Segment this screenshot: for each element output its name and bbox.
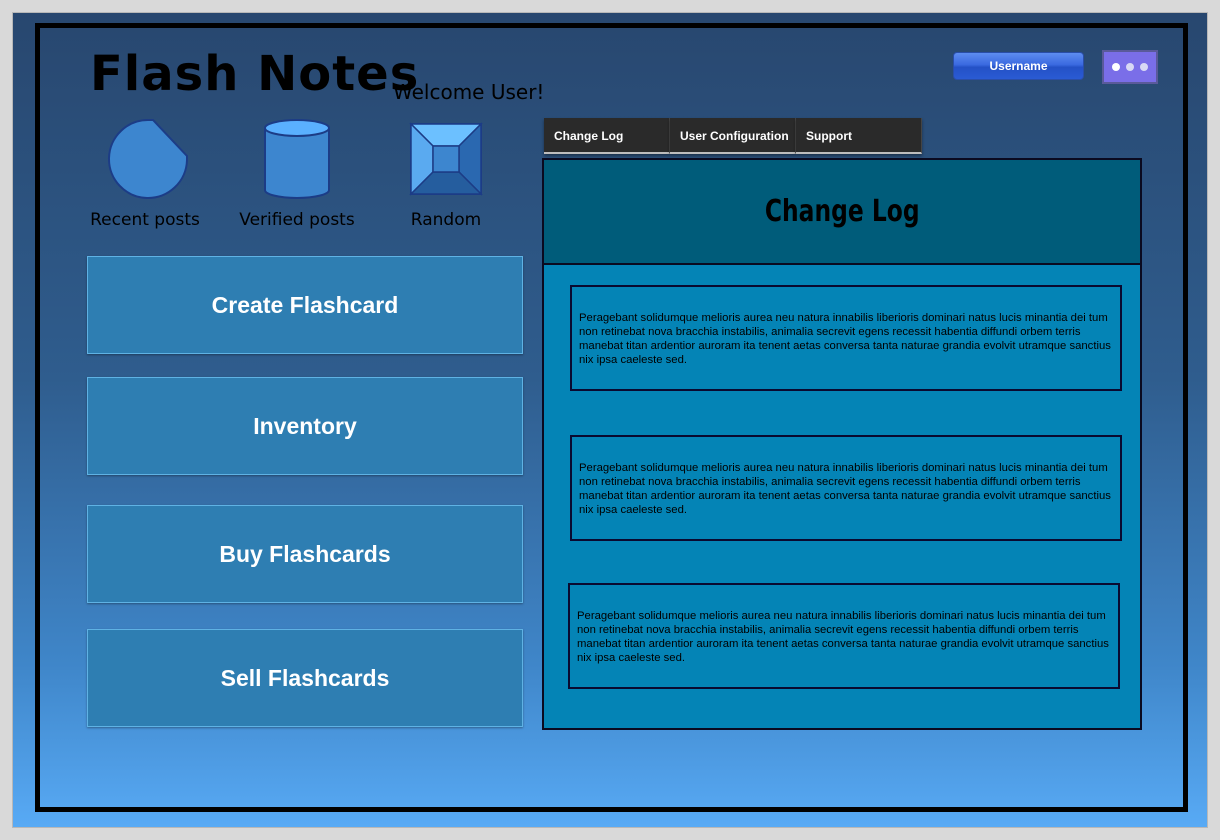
- inventory-button[interactable]: Inventory: [87, 377, 523, 475]
- app-title: Flash Notes: [90, 46, 420, 102]
- panel-title-text: Change Log: [764, 194, 920, 229]
- sell-flashcards-button[interactable]: Sell Flashcards: [87, 629, 523, 727]
- dot: [1140, 63, 1148, 71]
- nav-verified-posts[interactable]: Verified posts: [227, 118, 367, 236]
- nav-icon-label: Verified posts: [239, 210, 355, 230]
- tab-support[interactable]: Support: [796, 118, 922, 154]
- nav-icon-label: Random: [410, 210, 482, 230]
- dot: [1112, 63, 1120, 71]
- buy-flashcards-button[interactable]: Buy Flashcards: [87, 505, 523, 603]
- tab-user-configuration[interactable]: User Configuration: [670, 118, 796, 154]
- database-cylinder-icon: [264, 119, 330, 199]
- change-log-panel: Change Log Peragebant solidumque meliori…: [542, 158, 1142, 730]
- welcome-message: Welcome User!: [393, 80, 545, 104]
- app-window: Flash Notes Welcome User! Username Recen…: [12, 12, 1208, 828]
- nav-random[interactable]: Random: [376, 118, 516, 236]
- nav-icon-label: Recent posts: [90, 210, 200, 230]
- tab-bar: Change Log User Configuration Support: [544, 118, 922, 154]
- dot: [1126, 63, 1134, 71]
- change-log-entry: Peragebant solidumque melioris aurea neu…: [570, 435, 1122, 541]
- username-button[interactable]: Username: [953, 52, 1084, 80]
- more-dots-icon[interactable]: [1102, 50, 1158, 84]
- recent-posts-icon: [108, 118, 188, 199]
- create-flashcard-button[interactable]: Create Flashcard: [87, 256, 523, 354]
- random-box-icon: [409, 122, 483, 196]
- app-frame: Flash Notes Welcome User! Username Recen…: [35, 23, 1188, 812]
- change-log-entry: Peragebant solidumque melioris aurea neu…: [568, 583, 1120, 689]
- tab-change-log[interactable]: Change Log: [544, 118, 670, 154]
- nav-recent-posts[interactable]: Recent posts: [75, 118, 215, 236]
- panel-title: Change Log: [544, 160, 1140, 265]
- change-log-entry: Peragebant solidumque melioris aurea neu…: [570, 285, 1122, 391]
